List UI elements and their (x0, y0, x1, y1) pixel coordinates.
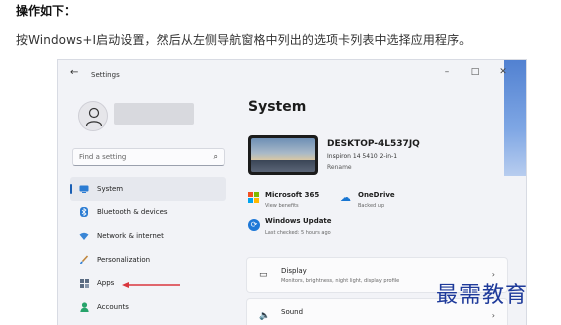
search-input[interactable]: Find a setting ⌕ (72, 148, 225, 166)
display-title: Display (281, 267, 307, 275)
speaker-icon: 🔈 (259, 311, 271, 321)
apps-icon (79, 278, 89, 288)
sidebar-item-bluetooth[interactable]: Bluetooth & devices (70, 201, 226, 225)
windows-update-icon: ⟳ (248, 219, 260, 231)
sidebar-item-accounts[interactable]: Accounts (70, 295, 226, 319)
search-placeholder: Find a setting (79, 153, 127, 161)
article-instruction: 按Windows+I启动设置，然后从左侧导航窗格中列出的选项卡列表中选择应用程序… (16, 33, 472, 47)
avatar[interactable] (78, 101, 108, 131)
user-icon (85, 107, 103, 127)
sidebar-item-label: Network & internet (97, 231, 164, 240)
sidebar-item-label: System (97, 184, 124, 193)
sound-title: Sound (281, 308, 304, 316)
microsoft-365-title[interactable]: Microsoft 365 (265, 191, 319, 199)
window-title: Settings (91, 71, 120, 79)
onedrive-cloud-icon: ☁ (340, 191, 351, 204)
nav-list: System Bluetooth & devices Network & int… (70, 177, 226, 319)
brush-icon (79, 255, 89, 265)
close-button[interactable]: ✕ (498, 66, 508, 78)
windows-update-subtitle: Last checked: 5 hours ago (265, 230, 331, 236)
sidebar-item-system[interactable]: System (70, 177, 226, 201)
sidebar-item-network[interactable]: Network & internet (70, 224, 226, 248)
page-title: System (248, 99, 307, 115)
device-name: DESKTOP-4L537JQ (327, 139, 420, 149)
device-thumbnail (248, 135, 318, 175)
sidebar-item-label: Apps (97, 279, 115, 288)
system-display-icon (79, 184, 89, 194)
article-heading: 操作如下： (16, 4, 77, 18)
sidebar-item-label: Accounts (97, 302, 129, 311)
user-name-redacted (114, 103, 194, 125)
sidebar-item-personalization[interactable]: Personalization (70, 248, 226, 272)
accounts-icon (79, 302, 89, 312)
red-annotation-arrow (122, 282, 180, 288)
windows-update-title[interactable]: Windows Update (265, 217, 332, 225)
display-icon: ▭ (259, 270, 268, 280)
display-subtitle: Monitors, brightness, night light, displ… (281, 278, 400, 284)
sidebar-item-label: Bluetooth & devices (97, 208, 168, 217)
minimize-button[interactable]: – (442, 66, 452, 78)
network-icon (79, 231, 89, 241)
bluetooth-icon (79, 207, 89, 218)
chevron-right-icon: › (491, 311, 495, 320)
search-icon: ⌕ (213, 152, 218, 161)
microsoft-365-subtitle: View benefits (265, 203, 299, 209)
sidebar: Find a setting ⌕ System Bluetooth & devi… (58, 86, 236, 325)
sidebar-item-label: Personalization (97, 255, 151, 264)
window-controls: – □ ✕ (442, 66, 508, 78)
microsoft-365-icon (248, 192, 260, 204)
title-bar: ← Settings – □ ✕ (58, 60, 520, 86)
onedrive-title[interactable]: OneDrive (358, 191, 395, 199)
rename-link[interactable]: Rename (327, 164, 352, 171)
back-arrow-icon[interactable]: ← (70, 68, 78, 78)
device-model: Inspiron 14 5410 2-in-1 (327, 153, 398, 160)
maximize-button[interactable]: □ (470, 66, 480, 78)
watermark-text: 最需教育 (436, 283, 529, 308)
onedrive-subtitle: Backed up (358, 203, 385, 209)
